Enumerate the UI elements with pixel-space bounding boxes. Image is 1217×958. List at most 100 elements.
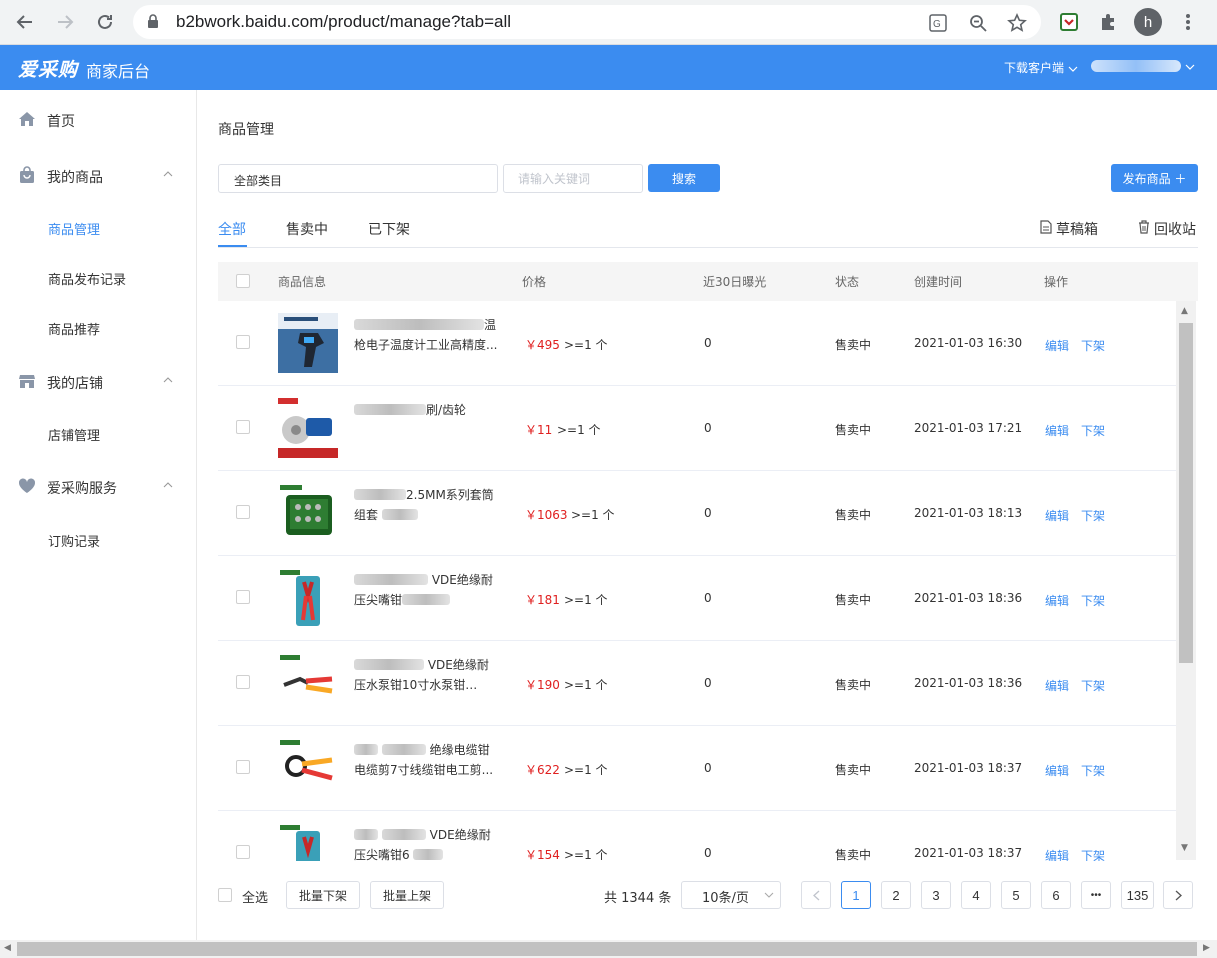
scroll-right-icon[interactable]: ▶ [1203, 943, 1210, 953]
account-menu[interactable] [1091, 59, 1195, 73]
next-page-button[interactable] [1163, 881, 1193, 909]
offline-link[interactable]: 下架 [1081, 422, 1105, 439]
page-button[interactable]: 5 [1001, 881, 1031, 909]
bookmark-star-icon[interactable] [1006, 12, 1028, 34]
created-time: 2021-01-03 18:36 [914, 591, 1023, 605]
offline-link[interactable]: 下架 [1081, 762, 1105, 779]
sidebar-group-services[interactable]: 爱采购服务 [0, 471, 197, 501]
back-icon[interactable] [10, 7, 40, 37]
sidebar-item-product-manage[interactable]: 商品管理 [48, 219, 100, 238]
row-checkbox[interactable] [236, 335, 250, 349]
page-button[interactable]: 2 [881, 881, 911, 909]
product-thumbnail[interactable] [278, 653, 338, 713]
page-horizontal-scrollbar[interactable]: ◀ ▶ [0, 940, 1217, 958]
keyword-input[interactable] [503, 164, 643, 193]
edit-link[interactable]: 编辑 [1045, 422, 1069, 439]
offline-link[interactable]: 下架 [1081, 847, 1105, 861]
page-button[interactable]: 135 [1121, 881, 1154, 909]
created-time: 2021-01-03 17:21 [914, 421, 1023, 435]
reload-icon[interactable] [90, 7, 120, 37]
product-thumbnail[interactable] [278, 738, 338, 798]
category-select[interactable]: 全部类目 [218, 164, 498, 193]
extensions-puzzle-icon[interactable] [1095, 9, 1121, 35]
batch-online-button[interactable]: 批量上架 [370, 881, 444, 909]
edit-link[interactable]: 编辑 [1045, 507, 1069, 524]
edit-link[interactable]: 编辑 [1045, 677, 1069, 694]
product-thumbnail[interactable] [278, 398, 338, 458]
sidebar-item-home[interactable]: 首页 [0, 104, 197, 134]
offline-link[interactable]: 下架 [1081, 592, 1105, 609]
select-all-checkbox[interactable] [218, 888, 232, 902]
product-name[interactable]: 刷/齿轮 [354, 400, 499, 420]
batch-offline-button[interactable]: 批量下架 [286, 881, 360, 909]
publish-product-button[interactable]: 发布商品 ＋ [1111, 164, 1198, 192]
product-price: ￥154 [525, 848, 560, 861]
table-scrollbar[interactable]: ▲ ▼ [1176, 301, 1196, 860]
select-all-label[interactable]: 全选 [242, 887, 268, 906]
header-checkbox[interactable] [236, 274, 250, 288]
product-name[interactable]: VDE绝缘耐 压尖嘴钳6 [354, 825, 499, 861]
download-client-link[interactable]: 下载客户端 [1004, 59, 1078, 76]
page-size-select[interactable]: 10条/页 [681, 881, 781, 909]
product-name[interactable]: 温 枪电子温度计工业高精度... [354, 315, 499, 355]
zoom-out-icon[interactable] [967, 12, 989, 34]
row-checkbox[interactable] [236, 675, 250, 689]
brand-logo[interactable]: 爱采购 [18, 55, 78, 82]
chevron-down-icon [1185, 59, 1195, 73]
extension-shield-icon[interactable] [1056, 9, 1082, 35]
forward-icon[interactable] [50, 7, 80, 37]
sidebar-item-order-records[interactable]: 订购记录 [48, 531, 100, 550]
sidebar-item-store-manage[interactable]: 店铺管理 [48, 425, 100, 444]
offline-link[interactable]: 下架 [1081, 337, 1105, 354]
tab-off-shelf[interactable]: 已下架 [368, 219, 410, 239]
sidebar-group-my-products[interactable]: 我的商品 [0, 160, 197, 190]
edit-link[interactable]: 编辑 [1045, 762, 1069, 779]
product-name[interactable]: VDE绝缘耐 压水泵钳10寸水泵钳 [354, 655, 499, 695]
menu-kebab-icon[interactable] [1175, 9, 1201, 35]
page-button[interactable]: 1 [841, 881, 871, 909]
product-name[interactable]: VDE绝缘耐 压尖嘴钳 [354, 570, 499, 610]
sidebar-item-recommend[interactable]: 商品推荐 [48, 319, 100, 338]
page-ellipsis-button[interactable]: ••• [1081, 881, 1111, 909]
tab-on-sale[interactable]: 售卖中 [286, 219, 328, 239]
scroll-up-icon[interactable]: ▲ [1181, 306, 1188, 316]
redacted-text [354, 744, 378, 755]
edit-link[interactable]: 编辑 [1045, 847, 1069, 861]
product-thumbnail[interactable] [278, 483, 338, 543]
row-checkbox[interactable] [236, 845, 250, 859]
product-thumbnail[interactable] [278, 568, 338, 628]
prev-page-button[interactable] [801, 881, 831, 909]
search-button[interactable]: 搜索 [648, 164, 720, 192]
product-thumbnail[interactable] [278, 313, 338, 373]
page-button[interactable]: 6 [1041, 881, 1071, 909]
sidebar-item-publish-records[interactable]: 商品发布记录 [48, 269, 126, 288]
document-icon [1040, 220, 1052, 238]
product-thumbnail[interactable] [278, 823, 338, 861]
horizontal-scroll-thumb[interactable] [17, 942, 1197, 956]
drafts-link[interactable]: 草稿箱 [1040, 219, 1098, 239]
edit-link[interactable]: 编辑 [1045, 337, 1069, 354]
row-checkbox[interactable] [236, 420, 250, 434]
scroll-left-icon[interactable]: ◀ [4, 943, 11, 953]
page-button[interactable]: 3 [921, 881, 951, 909]
page-button[interactable]: 4 [961, 881, 991, 909]
profile-avatar[interactable]: h [1134, 8, 1162, 36]
translate-icon[interactable]: G [927, 12, 949, 34]
scroll-down-icon[interactable]: ▼ [1181, 843, 1188, 853]
offline-link[interactable]: 下架 [1081, 507, 1105, 524]
offline-link[interactable]: 下架 [1081, 677, 1105, 694]
edit-link[interactable]: 编辑 [1045, 592, 1069, 609]
row-checkbox[interactable] [236, 590, 250, 604]
row-checkbox[interactable] [236, 505, 250, 519]
recycle-bin-link[interactable]: 回收站 [1138, 219, 1196, 239]
scrollbar-thumb[interactable] [1179, 323, 1193, 663]
sidebar-group-my-store[interactable]: 我的店铺 [0, 366, 197, 396]
row-checkbox[interactable] [236, 760, 250, 774]
address-bar[interactable]: b2bwork.baidu.com/product/manage?tab=all… [133, 5, 1041, 39]
tab-all[interactable]: 全部 [218, 219, 246, 239]
browser-toolbar: b2bwork.baidu.com/product/manage?tab=all… [0, 0, 1217, 45]
drafts-label: 草稿箱 [1056, 222, 1098, 238]
product-name[interactable]: 绝缘电缆钳 电缆剪7寸线缆钳电工剪... [354, 740, 499, 780]
svg-text:G: G [933, 19, 941, 30]
product-name[interactable]: 2.5MM系列套筒 组套 [354, 485, 499, 525]
